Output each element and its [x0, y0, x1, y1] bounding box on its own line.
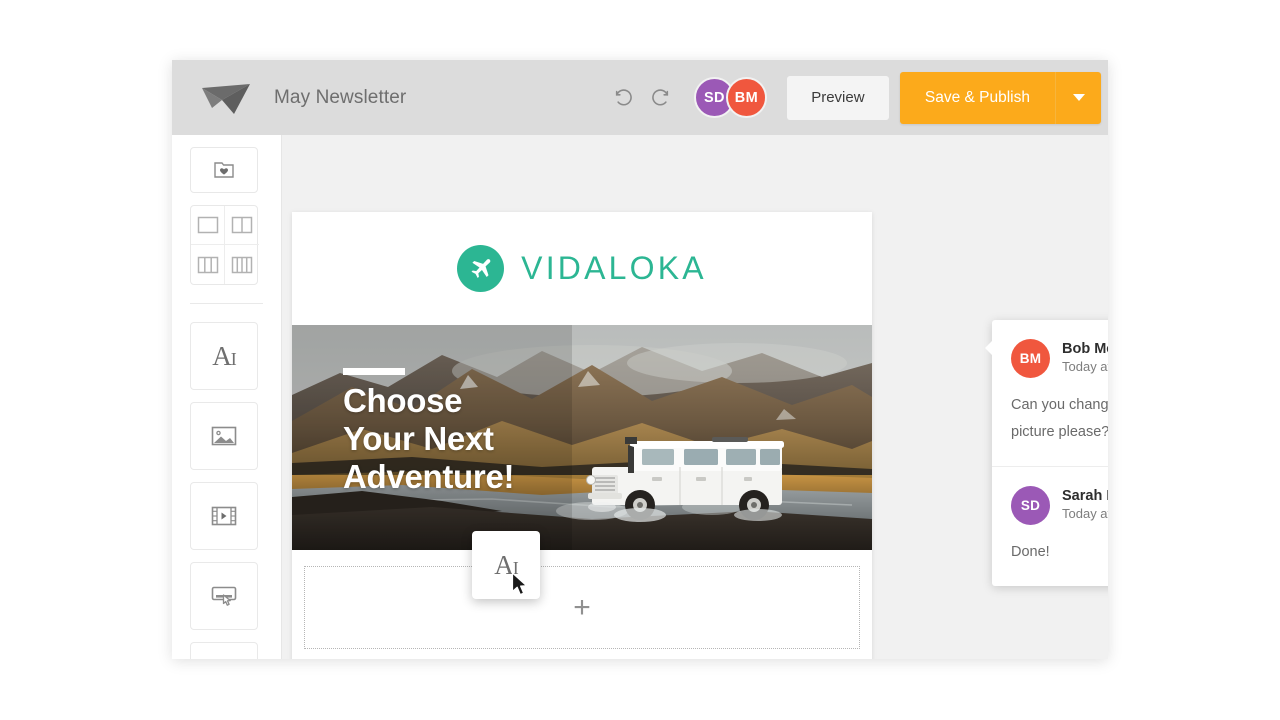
hero-image-block[interactable]: Choose Your Next Adventure!	[292, 325, 872, 550]
four-column-icon	[231, 256, 253, 273]
avatar-bm[interactable]: BM	[725, 77, 767, 118]
comment-meta: Sarah Dean Today at 5:43pm	[1062, 488, 1108, 523]
one-column-icon	[197, 216, 218, 234]
sidebar-divider	[190, 303, 263, 304]
button-block-icon	[211, 586, 237, 606]
publish-dropdown-button[interactable]	[1055, 71, 1101, 124]
sidebar-item-one-column[interactable]	[191, 206, 225, 245]
comment-body: Done!	[1011, 544, 1050, 560]
hero-headline: Choose Your Next Adventure!	[343, 382, 514, 496]
comment-header: SD Sarah Dean Today at 5:43pm	[1011, 486, 1108, 525]
avatar-initials: SD	[704, 89, 725, 106]
avatar-initials: BM	[734, 89, 758, 106]
sidebar-item-video[interactable]	[190, 482, 258, 550]
two-column-icon	[231, 216, 253, 234]
undo-icon[interactable]	[610, 84, 638, 112]
hero-accent-rule	[343, 368, 405, 375]
redo-icon[interactable]	[646, 84, 674, 112]
comment-author: Sarah Dean	[1062, 488, 1108, 504]
sidebar-item-text[interactable]: AI	[190, 322, 258, 390]
dropzone-container: +	[292, 550, 872, 659]
comment-author: Bob McTavish	[1062, 341, 1108, 357]
sidebar-item-four-column[interactable]	[225, 245, 259, 284]
email-document: VIDALOKA Choose Your Next Adventure! +	[292, 212, 872, 659]
comment-item[interactable]: BM Bob McTavish Today at 5:41pm Can you …	[992, 320, 1108, 466]
sidebar-item-button[interactable]	[190, 562, 258, 630]
app-header: May Newsletter SD BM Preview Save & Publ…	[172, 60, 1108, 135]
three-column-icon	[197, 256, 218, 273]
text-block-icon: AI	[494, 549, 519, 580]
comment-meta: Bob McTavish Today at 5:41pm	[1062, 341, 1108, 376]
airplane-icon	[457, 245, 505, 292]
comment-avatar: BM	[1011, 339, 1050, 378]
paper-plane-icon[interactable]	[200, 81, 256, 115]
publish-button-group: Save & Publish	[899, 71, 1101, 124]
save-and-publish-button[interactable]: Save & Publish	[899, 71, 1055, 124]
column-layout-picker[interactable]	[190, 205, 259, 285]
comment-avatar: SD	[1011, 486, 1050, 525]
sidebar-item-saved[interactable]	[190, 147, 258, 193]
video-block-icon	[211, 506, 237, 526]
hero-headline-line: Choose	[343, 382, 463, 419]
comment-timestamp: Today at 5:43pm	[1062, 506, 1108, 521]
collaborator-avatars: SD BM	[693, 77, 767, 118]
email-logo-block[interactable]: VIDALOKA	[292, 212, 872, 325]
brand-wordmark: VIDALOKA	[521, 250, 707, 286]
email-canvas[interactable]: VIDALOKA Choose Your Next Adventure! + A…	[282, 135, 1108, 659]
sidebar-item-two-column[interactable]	[225, 206, 259, 245]
email-builder-window: May Newsletter SD BM Preview Save & Publ…	[172, 60, 1108, 659]
comments-pointer	[985, 340, 993, 356]
comment-item[interactable]: SD Sarah Dean Today at 5:43pm Done!	[992, 466, 1108, 586]
preview-button[interactable]: Preview	[786, 75, 889, 120]
chevron-down-icon	[1072, 94, 1085, 101]
plus-icon: +	[573, 590, 591, 624]
sidebar-item-divider[interactable]	[190, 642, 258, 659]
folder-heart-icon	[214, 162, 234, 178]
divider-block-icon	[209, 655, 239, 659]
sidebar-item-three-column[interactable]	[191, 245, 225, 284]
sidebar-item-image[interactable]	[190, 402, 258, 470]
comment-header: BM Bob McTavish Today at 5:41pm	[1011, 339, 1108, 378]
empty-block-dropzone[interactable]: +	[304, 566, 860, 649]
header-actions: SD BM Preview Save & Publish	[610, 60, 1108, 135]
block-sidebar[interactable]: AI	[172, 135, 282, 659]
avatar-initials: SD	[1020, 498, 1041, 513]
comment-body: Can you change the picture please?	[1011, 397, 1108, 440]
drag-ghost-text-block[interactable]: AI	[472, 531, 540, 599]
hero-headline-line: Adventure!	[343, 458, 515, 495]
avatar-initials: BM	[1019, 351, 1042, 366]
comment-timestamp: Today at 5:41pm	[1062, 359, 1108, 374]
comments-panel[interactable]: BM Bob McTavish Today at 5:41pm Can you …	[985, 320, 1108, 586]
page-title: May Newsletter	[274, 86, 407, 108]
text-block-icon: AI	[212, 340, 237, 371]
hero-headline-line: Your Next	[343, 420, 494, 457]
image-block-icon	[211, 426, 237, 446]
